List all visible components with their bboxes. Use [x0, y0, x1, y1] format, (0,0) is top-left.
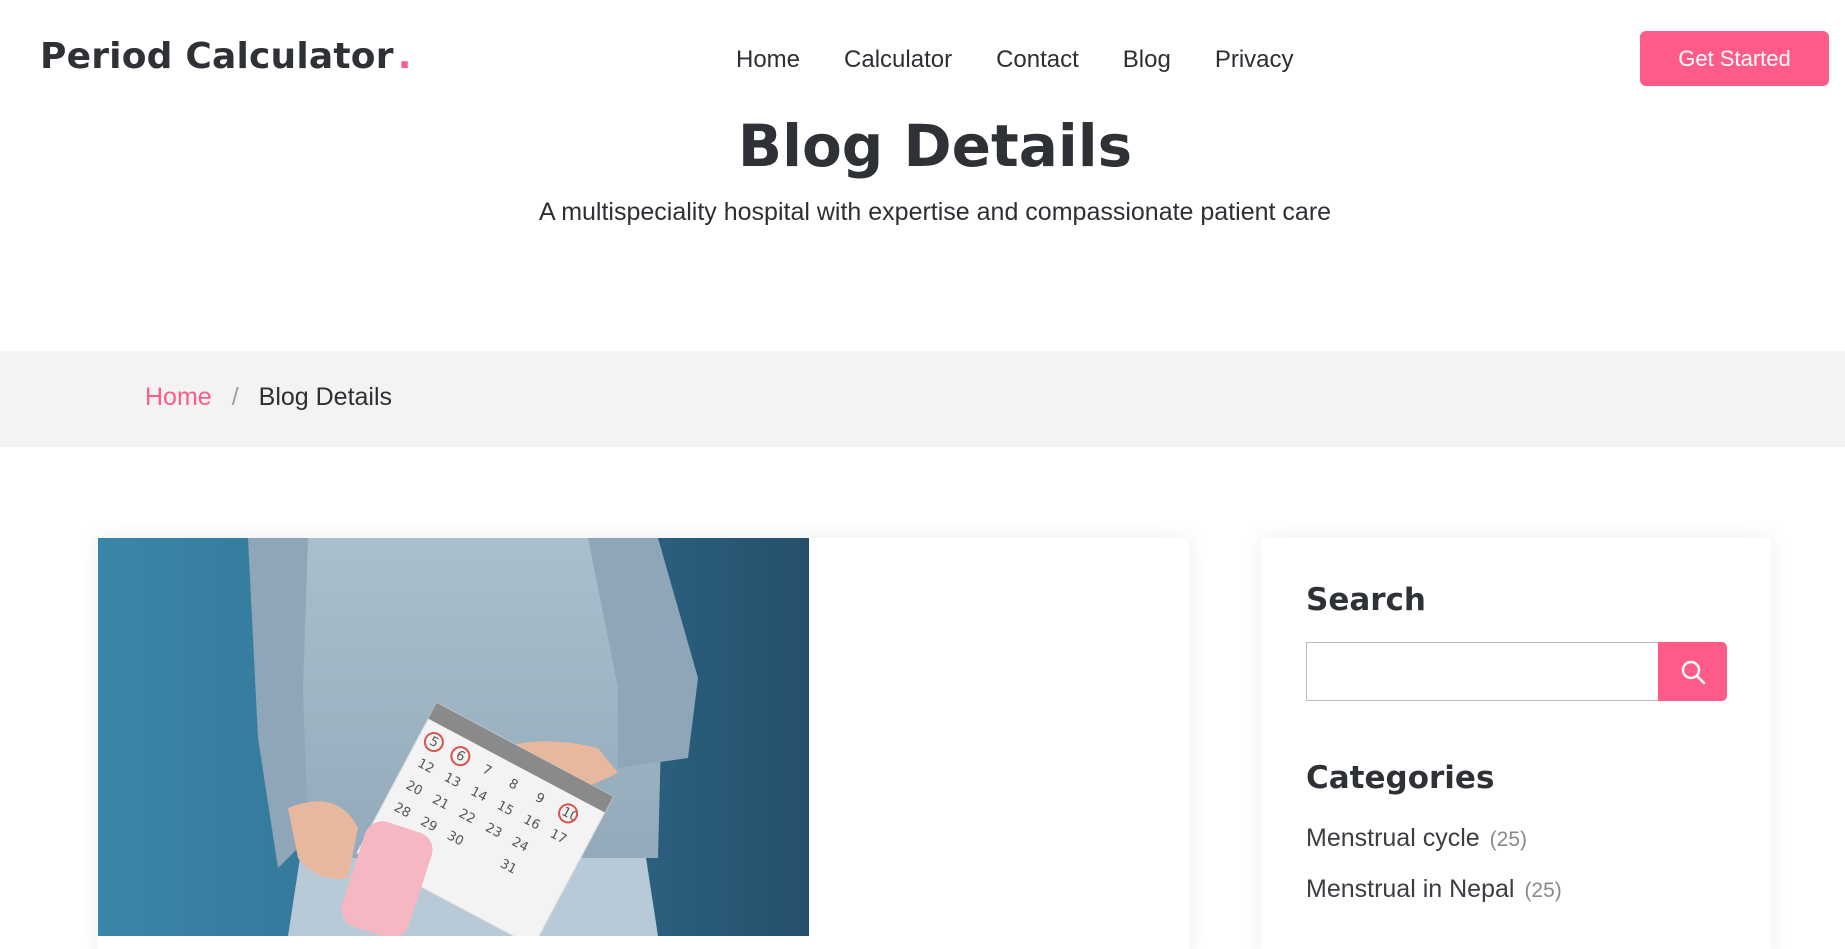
nav-calculator-link[interactable]: Calculator — [844, 46, 952, 74]
nav-blog-link[interactable]: Blog — [1123, 46, 1171, 74]
site-header: Period Calculator. Home Calculator Conta… — [0, 0, 1845, 118]
breadcrumb-current: Blog Details — [258, 383, 393, 411]
logo-text[interactable]: Period Calculator — [40, 36, 394, 77]
logo-dot: . — [397, 36, 412, 77]
search-heading: Search — [1306, 582, 1427, 618]
category-item[interactable]: Menstrual cycle (25) — [1306, 824, 1527, 853]
category-count: (25) — [1524, 879, 1562, 902]
nav-privacy-link[interactable]: Privacy — [1215, 46, 1294, 74]
category-item[interactable]: Menstrual in Nepal (25) — [1306, 875, 1562, 904]
category-count: (25) — [1489, 828, 1528, 851]
search-input[interactable] — [1306, 642, 1660, 701]
sidebar: Search Categories Menstrual cycle (25) Me… — [1261, 538, 1771, 949]
search-icon — [1681, 660, 1705, 684]
breadcrumb: Home / Blog Details — [145, 383, 392, 412]
search-button[interactable] — [1658, 642, 1727, 701]
nav-home-link[interactable]: Home — [736, 46, 800, 74]
category-label[interactable]: Menstrual cycle — [1306, 824, 1480, 852]
breadcrumb-band: Home / Blog Details — [0, 351, 1845, 447]
nav-contact-link[interactable]: Contact — [996, 46, 1079, 74]
main-nav: Home Calculator Contact Blog Privacy — [736, 46, 1294, 74]
get-started-button[interactable]: Get Started — [1640, 31, 1829, 86]
woman-holding-calendar-image: 5678910 121314151617 2021222324 28293031 — [98, 538, 809, 936]
categories-heading: Categories — [1306, 760, 1495, 796]
breadcrumb-home-link[interactable]: Home — [145, 383, 212, 412]
breadcrumb-separator: / — [231, 383, 239, 411]
page-title: Blog Details — [737, 112, 1133, 180]
article-image: 5 6 7 8 9 10 12 13 14 15 16 17 20 21 22 23 24 28 29 30 31 — [98, 538, 809, 936]
page-subtitle: A multispeciality hospital with expertis… — [538, 198, 1332, 226]
site-logo[interactable]: Period Calculator. — [40, 36, 412, 77]
article-card: 5 6 7 8 9 10 12 13 14 15 16 17 20 21 22 23 24 28 29 30 31 — [98, 538, 1189, 949]
category-label[interactable]: Menstrual in Nepal — [1306, 875, 1514, 903]
